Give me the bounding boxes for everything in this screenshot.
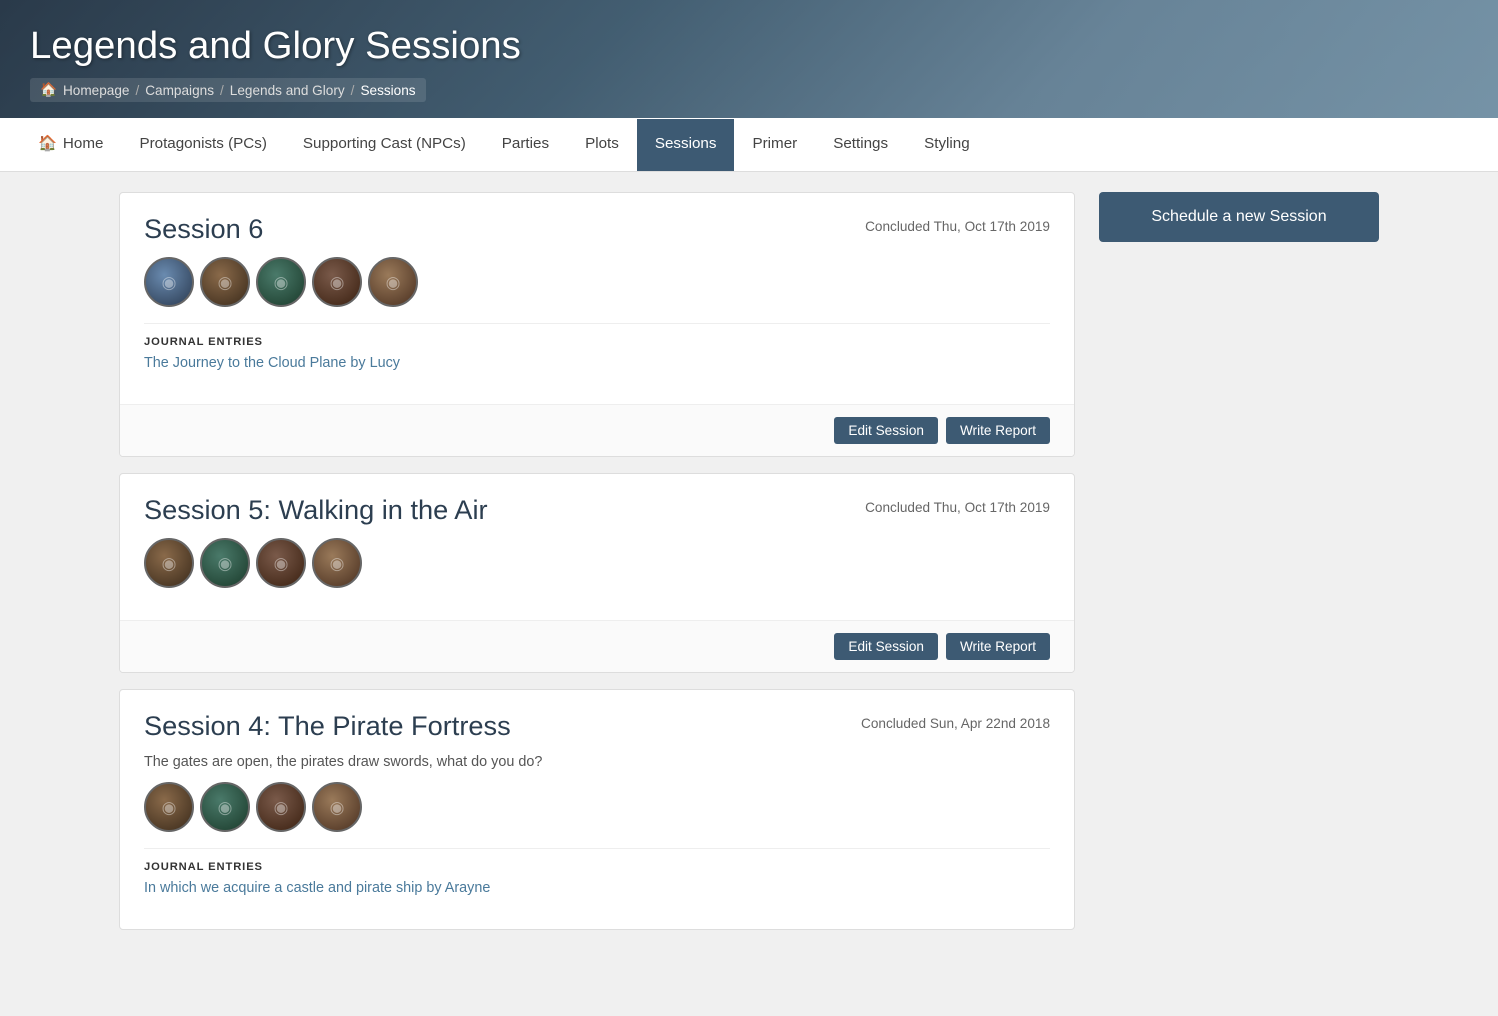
avatar-5 xyxy=(368,257,418,307)
avatar-s4-2 xyxy=(200,782,250,832)
write-report-6-button[interactable]: Write Report xyxy=(946,417,1050,444)
session-5-date: Concluded Thu, Oct 17th 2019 xyxy=(865,494,1050,515)
session-6-date: Concluded Thu, Oct 17th 2019 xyxy=(865,213,1050,234)
main-content: Session 6 Concluded Thu, Oct 17th 2019 J… xyxy=(119,192,1075,930)
breadcrumb-legends-glory[interactable]: Legends and Glory xyxy=(230,83,345,98)
page-title: Legends and Glory Sessions xyxy=(30,24,1468,68)
session-4-title: Session 4: The Pirate Fortress xyxy=(144,710,511,742)
avatar-s5-3 xyxy=(256,538,306,588)
site-header: Legends and Glory Sessions 🏠 Homepage / … xyxy=(0,0,1498,118)
breadcrumb-campaigns[interactable]: Campaigns xyxy=(145,83,214,98)
nav-parties[interactable]: Parties xyxy=(484,119,567,171)
journal-link-4[interactable]: In which we acquire a castle and pirate … xyxy=(144,880,490,896)
session-4-description: The gates are open, the pirates draw swo… xyxy=(144,754,1050,770)
write-report-5-button[interactable]: Write Report xyxy=(946,633,1050,660)
session-5-title: Session 5: Walking in the Air xyxy=(144,494,488,526)
session-6-avatars xyxy=(144,257,1050,307)
journal-label-4: JOURNAL ENTRIES xyxy=(144,861,1050,873)
avatar-s4-4 xyxy=(312,782,362,832)
session-6-footer: Edit Session Write Report xyxy=(120,404,1074,456)
session-card-5: Session 5: Walking in the Air Concluded … xyxy=(119,473,1075,673)
session-card-6: Session 6 Concluded Thu, Oct 17th 2019 J… xyxy=(119,192,1075,457)
nav-sessions[interactable]: Sessions xyxy=(637,119,735,171)
home-icon: 🏠 xyxy=(38,134,57,152)
avatar-s4-1 xyxy=(144,782,194,832)
nav-plots[interactable]: Plots xyxy=(567,119,637,171)
avatar-4 xyxy=(312,257,362,307)
session-6-title: Session 6 xyxy=(144,213,263,245)
avatar-s5-1 xyxy=(144,538,194,588)
breadcrumb-homepage[interactable]: Homepage xyxy=(63,83,130,98)
main-navigation: 🏠 Home Protagonists (PCs) Supporting Cas… xyxy=(0,118,1498,172)
avatar-s5-4 xyxy=(312,538,362,588)
sidebar: Schedule a new Session xyxy=(1099,192,1379,930)
divider xyxy=(144,323,1050,324)
avatar-s4-3 xyxy=(256,782,306,832)
session-card-4: Session 4: The Pirate Fortress Concluded… xyxy=(119,689,1075,930)
nav-supporting-cast[interactable]: Supporting Cast (NPCs) xyxy=(285,119,484,171)
page-layout: Session 6 Concluded Thu, Oct 17th 2019 J… xyxy=(99,172,1399,950)
nav-settings[interactable]: Settings xyxy=(815,119,906,171)
nav-home[interactable]: 🏠 Home xyxy=(20,118,121,171)
avatar-s5-2 xyxy=(200,538,250,588)
avatar-2 xyxy=(200,257,250,307)
breadcrumb-current: Sessions xyxy=(360,83,415,98)
divider-4 xyxy=(144,848,1050,849)
schedule-session-button[interactable]: Schedule a new Session xyxy=(1099,192,1379,242)
session-4-journal: JOURNAL ENTRIES In which we acquire a ca… xyxy=(144,861,1050,897)
avatar-3 xyxy=(256,257,306,307)
breadcrumb: 🏠 Homepage / Campaigns / Legends and Glo… xyxy=(30,78,426,102)
nav-styling[interactable]: Styling xyxy=(906,119,988,171)
home-icon: 🏠 xyxy=(40,82,57,98)
session-4-date: Concluded Sun, Apr 22nd 2018 xyxy=(861,710,1050,731)
session-5-avatars xyxy=(144,538,1050,588)
nav-primer[interactable]: Primer xyxy=(734,119,815,171)
session-5-footer: Edit Session Write Report xyxy=(120,620,1074,672)
journal-label: JOURNAL ENTRIES xyxy=(144,336,1050,348)
session-4-avatars xyxy=(144,782,1050,832)
nav-protagonists[interactable]: Protagonists (PCs) xyxy=(121,119,284,171)
journal-link-6[interactable]: The Journey to the Cloud Plane by Lucy xyxy=(144,355,400,371)
session-6-journal: JOURNAL ENTRIES The Journey to the Cloud… xyxy=(144,336,1050,372)
edit-session-5-button[interactable]: Edit Session xyxy=(834,633,938,660)
edit-session-6-button[interactable]: Edit Session xyxy=(834,417,938,444)
avatar-1 xyxy=(144,257,194,307)
